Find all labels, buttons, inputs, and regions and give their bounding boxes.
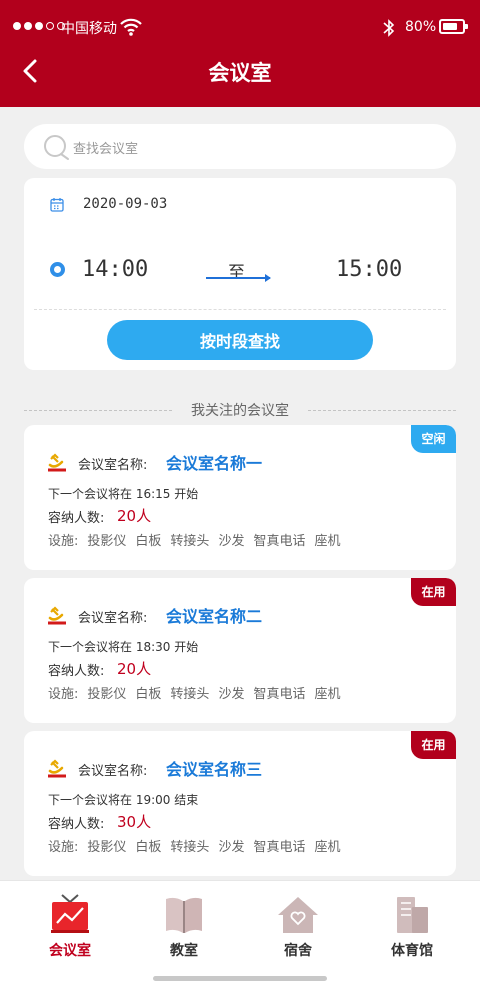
tab-classroom[interactable]: 教室 <box>134 893 234 973</box>
gymnasium-building-icon <box>397 897 428 933</box>
facility-item: 白板 <box>135 840 162 855</box>
carrier-name: 中国移动 <box>61 21 117 37</box>
room-name-label: 会议室名称: <box>78 764 148 779</box>
room-name-label: 会议室名称: <box>78 611 148 626</box>
capacity-label: 容纳人数: <box>48 817 105 832</box>
facility-item: 沙发 <box>218 840 245 855</box>
facility-item: 智真电话 <box>253 687 306 702</box>
facility-item: 白板 <box>135 687 162 702</box>
next-meeting: 下一个会议将在 18:30 开始 <box>48 640 199 654</box>
home-indicator[interactable] <box>153 976 327 981</box>
signal-strength-icon <box>13 22 65 30</box>
battery-icon <box>439 19 468 34</box>
search-icon <box>44 135 69 160</box>
status-badge: 在用 <box>411 731 456 759</box>
battery-fill <box>443 23 458 30</box>
start-time-picker[interactable]: 14:00 <box>82 257 148 282</box>
divider <box>308 410 456 411</box>
tab-meeting-room[interactable]: 会议室 <box>20 893 120 973</box>
wifi-icon <box>120 18 142 36</box>
room-name: 会议室名称一 <box>166 454 263 473</box>
calendar-icon <box>50 198 64 212</box>
facilities-label: 设施: <box>48 687 79 702</box>
facility-item: 投影仪 <box>87 687 127 702</box>
facilities-label: 设施: <box>48 534 79 549</box>
facility-item: 座机 <box>314 687 341 702</box>
tab-label: 体育馆 <box>391 943 433 959</box>
search-bar[interactable]: 查找会议室 <box>24 124 456 169</box>
capacity-value: 20人 <box>117 660 152 678</box>
tab-dormitory[interactable]: 宿舍 <box>248 893 348 973</box>
to-label: 至 <box>228 263 245 283</box>
facilities-list: 设施: 投影仪 白板 转接头 沙发 智真电话 座机 <box>48 530 340 549</box>
facility-item: 座机 <box>314 534 341 549</box>
tab-gymnasium[interactable]: 体育馆 <box>362 893 462 973</box>
time-picker-card: 2020-09-03 14:00 至 15:00 按时段查找 <box>24 178 456 370</box>
party-emblem-icon <box>48 453 66 472</box>
bluetooth-icon <box>383 19 395 37</box>
search-input[interactable]: 查找会议室 <box>73 138 138 157</box>
party-emblem-icon <box>48 759 66 778</box>
room-card[interactable]: 会议室名称: 会议室名称三 下一个会议将在 19:00 结束 容纳人数: 30人… <box>24 731 456 876</box>
facility-item: 智真电话 <box>253 534 306 549</box>
page-title: 会议室 <box>208 61 272 85</box>
status-badge: 在用 <box>411 578 456 606</box>
next-meeting: 下一个会议将在 19:00 结束 <box>48 793 199 807</box>
battery-percent: 80% <box>405 19 437 35</box>
room-card[interactable]: 会议室名称: 会议室名称二 下一个会议将在 18:30 开始 容纳人数: 20人… <box>24 578 456 723</box>
facility-item: 智真电话 <box>253 840 306 855</box>
arrow-right-icon <box>206 274 271 282</box>
favorites-section-header: 我关注的会议室 <box>24 398 456 422</box>
capacity-value: 30人 <box>117 813 152 831</box>
facility-item: 转接头 <box>170 687 210 702</box>
room-card[interactable]: 会议室名称: 会议室名称一 下一个会议将在 16:15 开始 容纳人数: 20人… <box>24 425 456 570</box>
classroom-book-icon <box>166 897 202 933</box>
facility-item: 投影仪 <box>87 840 127 855</box>
facility-item: 转接头 <box>170 840 210 855</box>
facility-item: 沙发 <box>218 534 245 549</box>
app-header: 中国移动 80% 会议室 <box>0 0 480 107</box>
facility-item: 白板 <box>135 534 162 549</box>
facility-item: 转接头 <box>170 534 210 549</box>
meeting-room-icon <box>51 894 89 933</box>
capacity-label: 容纳人数: <box>48 664 105 679</box>
tab-label: 会议室 <box>49 943 91 959</box>
date-picker[interactable]: 2020-09-03 <box>83 196 167 212</box>
party-emblem-icon <box>48 606 66 625</box>
capacity-value: 20人 <box>117 507 152 525</box>
facility-item: 沙发 <box>218 687 245 702</box>
status-badge: 空闲 <box>411 425 456 453</box>
end-time-picker[interactable]: 15:00 <box>336 257 402 282</box>
dormitory-house-icon <box>278 897 318 933</box>
facility-item: 座机 <box>314 840 341 855</box>
divider <box>34 309 446 310</box>
tab-label: 教室 <box>170 943 198 959</box>
capacity-label: 容纳人数: <box>48 511 105 526</box>
facility-item: 投影仪 <box>87 534 127 549</box>
facilities-list: 设施: 投影仪 白板 转接头 沙发 智真电话 座机 <box>48 836 340 855</box>
facilities-label: 设施: <box>48 840 79 855</box>
next-meeting: 下一个会议将在 16:15 开始 <box>48 487 199 501</box>
facilities-list: 设施: 投影仪 白板 转接头 沙发 智真电话 座机 <box>48 683 340 702</box>
room-name: 会议室名称二 <box>166 607 263 626</box>
status-bar: 中国移动 80% <box>0 0 480 56</box>
clock-icon <box>50 262 65 277</box>
room-name-label: 会议室名称: <box>78 458 148 473</box>
search-by-period-button[interactable]: 按时段查找 <box>107 320 373 360</box>
room-name: 会议室名称三 <box>166 760 263 779</box>
tab-label: 宿舍 <box>284 943 312 959</box>
